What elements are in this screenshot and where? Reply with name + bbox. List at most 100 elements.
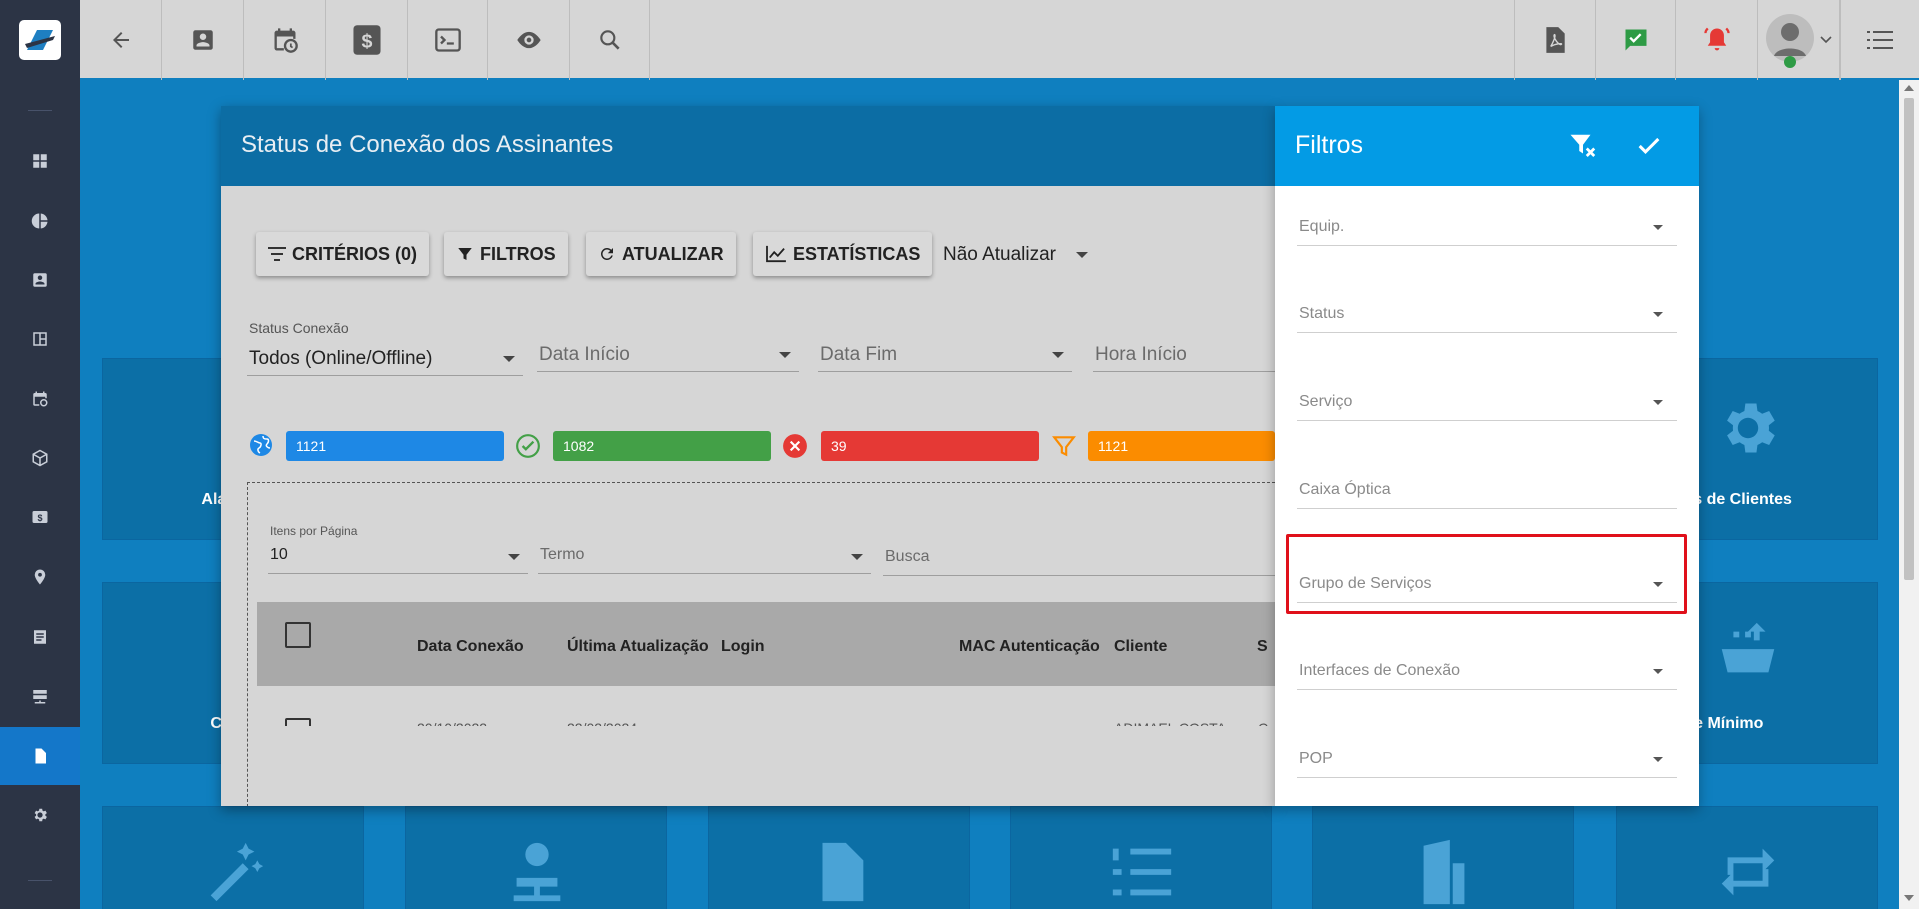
filter-pop-label: POP [1299,750,1333,767]
auto-refresh-select[interactable]: Não Atualizar [941,236,1096,272]
criteria-button[interactable]: CRITÉRIOS (0) [256,232,430,276]
hora-inicio-field[interactable]: Hora Início [1093,336,1275,372]
col-login[interactable]: Login [721,638,765,656]
clear-filter-icon[interactable] [1568,131,1598,161]
finance-button[interactable]: $ [326,0,408,80]
pdf-button[interactable] [1514,0,1596,80]
view-button[interactable] [488,0,570,80]
busca-input[interactable]: Busca [883,540,1275,576]
pie-chart-icon [31,213,48,229]
col-cliente[interactable]: Cliente [1114,638,1167,656]
chevron-down-icon [779,352,791,358]
arrow-left-icon [112,32,129,48]
pdf-icon [1546,27,1565,53]
refresh-button[interactable]: ATUALIZAR [586,232,736,276]
chevron-down-icon [1653,757,1663,762]
sidebar-item-clients[interactable] [0,251,80,309]
messages-button[interactable] [1596,0,1676,80]
server-icon [33,690,47,704]
tile-building[interactable] [1312,806,1574,909]
sidebar-item-schedule[interactable] [0,370,80,428]
line-chart-icon [766,245,786,263]
filters-header: Filtros [1275,106,1699,186]
termo-select[interactable]: Termo [538,538,871,574]
search-icon [599,30,620,50]
top-toolbar: $ [0,0,1919,80]
scroll-up-arrow[interactable] [1904,85,1914,91]
sidebar: $ [0,80,80,909]
check-icon[interactable] [1635,132,1663,160]
contact-button[interactable] [162,0,244,80]
terminal-icon [434,28,461,52]
document-icon [822,842,864,902]
auto-refresh-value: Não Atualizar [943,244,1057,265]
filter-equip[interactable]: Equip. [1297,206,1677,246]
sidebar-item-finance[interactable]: $ [0,488,80,546]
stat-filtered-bar: 1121 [1088,431,1275,461]
back-button[interactable] [80,0,162,80]
tile-document[interactable] [708,806,970,909]
itens-por-pagina-select[interactable]: 10 [268,538,528,574]
sidebar-item-documents[interactable] [0,608,80,666]
filters-button[interactable]: FILTROS [444,232,568,276]
chevron-down-icon [508,554,520,560]
page-scrollbar[interactable] [1899,80,1919,909]
select-all-checkbox[interactable] [285,622,311,648]
chevron-down-icon [851,554,863,560]
tile-wand[interactable] [102,806,364,909]
modal-title: Status de Conexão dos Assinantes [241,131,614,158]
tile-sync[interactable] [1616,806,1878,909]
funnel-icon [458,248,472,260]
sidebar-item-servers[interactable] [0,667,80,725]
money-icon: $ [32,511,48,523]
calendar-button[interactable] [244,0,326,80]
app-logo[interactable] [0,0,80,80]
board-icon [33,332,47,346]
filter-status-label: Status [1299,305,1345,322]
statistics-button[interactable]: ESTATÍSTICAS [753,232,933,276]
tile-list[interactable] [1010,806,1272,909]
sidebar-item-reports[interactable] [0,192,80,250]
menu-list-button[interactable] [1840,0,1919,80]
filter-interfaces-conexao[interactable]: Interfaces de Conexão [1297,650,1677,690]
funnel-outline-icon [1052,436,1076,457]
svg-text:$: $ [37,513,42,523]
filter-pop[interactable]: POP [1297,738,1677,778]
filters-panel: Filtros Equip. Status Serviço Caixa Ópti… [1275,106,1699,806]
status-conexao-label: Status Conexão [249,320,349,336]
location-pin-icon [34,569,46,585]
filter-servico[interactable]: Serviço [1297,381,1677,421]
alarm-button[interactable] [1676,0,1758,80]
filter-caixa-optica[interactable]: Caixa Óptica [1297,469,1677,509]
col-mac-autenticacao[interactable]: MAC Autenticação [959,638,1100,656]
col-data-conexao[interactable]: Data Conexão [417,638,524,656]
scroll-thumb[interactable] [1904,98,1914,580]
data-inicio-field[interactable]: Data Início [537,336,799,372]
sidebar-item-connection-reports[interactable] [0,727,80,785]
stat-online-value: 1082 [563,438,595,454]
stat-offline-value: 39 [831,438,847,454]
sidebar-item-inventory[interactable] [0,429,80,487]
sidebar-item-settings[interactable] [0,786,80,844]
search-button[interactable] [570,0,650,80]
sidebar-item-map[interactable] [0,548,80,606]
terminal-button[interactable] [408,0,488,80]
filter-status[interactable]: Status [1297,293,1677,333]
col-s[interactable]: S [1257,638,1268,656]
statistics-button-label: ESTATÍSTICAS [793,243,921,264]
status-conexao-select[interactable]: Todos (Online/Offline) [247,340,523,376]
data-fim-field[interactable]: Data Fim [818,336,1072,372]
col-ultima-atualizacao[interactable]: Última Atualização [567,638,709,656]
sidebar-divider [28,110,52,111]
data-inicio-placeholder: Data Início [539,344,630,365]
sidebar-item-dashboard[interactable] [0,132,80,190]
stat-filtered-value: 1121 [1098,438,1129,454]
sidebar-item-board[interactable] [0,310,80,368]
table-scroll-mask [248,726,1275,806]
building-icon [1423,839,1465,905]
scroll-down-arrow[interactable] [1904,895,1914,901]
user-menu-button[interactable] [1758,0,1840,80]
tile-user-network[interactable] [405,806,667,909]
refresh-button-label: ATUALIZAR [622,243,724,264]
avatar [1765,14,1814,68]
